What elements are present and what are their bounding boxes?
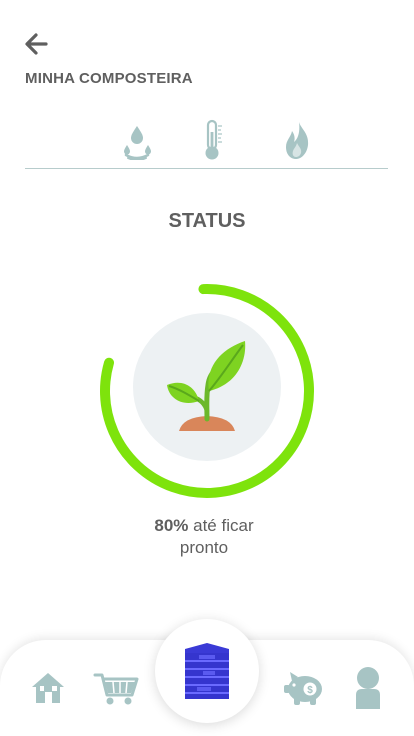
sprout-icon xyxy=(167,341,246,431)
plant-illustration xyxy=(133,313,281,461)
flame-icon xyxy=(286,122,309,159)
tab-temperature[interactable] xyxy=(190,116,234,164)
nav-home[interactable] xyxy=(26,666,70,710)
tab-gas[interactable] xyxy=(275,116,319,164)
nav-shop[interactable] xyxy=(92,666,140,710)
arrow-left-icon xyxy=(25,33,48,55)
user-icon xyxy=(356,667,380,709)
nav-savings[interactable]: $ xyxy=(280,666,328,710)
progress-text-line1: até ficar xyxy=(188,516,254,535)
tab-humidity[interactable] xyxy=(115,116,159,164)
svg-text:$: $ xyxy=(307,685,313,696)
thermometer-icon xyxy=(205,119,222,160)
progress-text-line2: pronto xyxy=(179,538,229,557)
progress-text: 80% até ficar pronto xyxy=(0,515,408,559)
home-icon xyxy=(32,673,64,703)
nav-profile[interactable] xyxy=(348,664,388,712)
progress-percent: 80% xyxy=(154,516,189,535)
shopping-cart-icon xyxy=(93,673,139,705)
page-title: MINHA COMPOSTEIRA xyxy=(25,70,193,87)
piggy-bank-icon: $ xyxy=(284,672,322,705)
status-title: STATUS xyxy=(168,210,246,232)
nav-composter[interactable] xyxy=(155,619,259,723)
water-drops-icon xyxy=(124,126,151,160)
composter-icon xyxy=(185,643,229,699)
back-button[interactable] xyxy=(22,30,54,58)
sensor-tabs xyxy=(25,116,388,169)
